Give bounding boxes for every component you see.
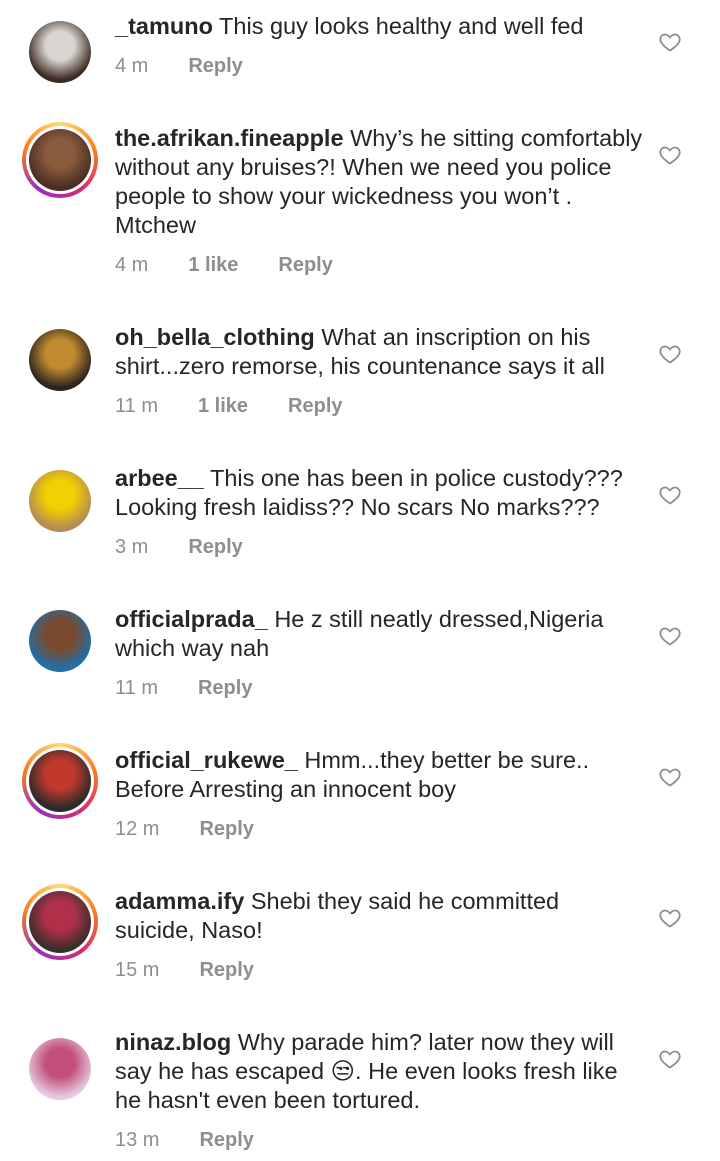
heart-outline-icon[interactable] xyxy=(658,906,684,932)
avatar xyxy=(29,470,91,532)
comment-time: 11 m xyxy=(115,677,158,699)
reply-button[interactable]: Reply xyxy=(188,536,242,559)
comment-username[interactable]: officialprada_ xyxy=(115,606,268,632)
avatar xyxy=(29,750,91,812)
comment-time: 3 m xyxy=(115,536,149,558)
comment-meta: 3 m Reply xyxy=(115,536,283,559)
comment-username[interactable]: ninaz.blog xyxy=(115,1029,231,1055)
comment-avatar[interactable] xyxy=(22,322,98,398)
comment-username[interactable]: adamma.ify xyxy=(115,888,244,914)
comment-body: adamma.ify Shebi they said he committed … xyxy=(115,887,645,945)
comment-meta: 4 m 1 like Reply xyxy=(115,254,373,277)
comment-username[interactable]: _tamuno xyxy=(115,13,213,39)
comment-time: 13 m xyxy=(115,1129,160,1151)
comment-likes[interactable]: 1 like xyxy=(198,395,248,418)
comment-username[interactable]: arbee__ xyxy=(115,465,204,491)
comment-time: 12 m xyxy=(115,818,160,840)
avatar xyxy=(29,1038,91,1100)
comment-username[interactable]: official_rukewe_ xyxy=(115,747,298,773)
reply-button[interactable]: Reply xyxy=(199,959,253,982)
reply-button[interactable]: Reply xyxy=(199,818,253,841)
comment-avatar[interactable] xyxy=(22,14,98,90)
comment-body: oh_bella_clothing What an inscription on… xyxy=(115,323,645,381)
comment-time: 11 m xyxy=(115,395,158,417)
comment-body: _tamuno This guy looks healthy and well … xyxy=(115,12,645,41)
heart-outline-icon[interactable] xyxy=(658,624,684,650)
comment-body: official_rukewe_ Hmm...they better be su… xyxy=(115,746,645,804)
heart-outline-icon[interactable] xyxy=(658,342,684,368)
comment-time: 4 m xyxy=(115,254,149,276)
comment-avatar[interactable] xyxy=(22,1031,98,1107)
avatar xyxy=(29,329,91,391)
heart-outline-icon[interactable] xyxy=(658,1047,684,1073)
comment-text: This guy looks healthy and well fed xyxy=(219,13,584,39)
comment-body: ninaz.blog Why parade him? later now the… xyxy=(115,1028,645,1115)
comment-username[interactable]: oh_bella_clothing xyxy=(115,324,315,350)
comment-meta: 11 m 1 like Reply xyxy=(115,395,383,418)
comment-username[interactable]: the.afrikan.fineapple xyxy=(115,125,344,151)
comment-meta: 15 m Reply xyxy=(115,959,294,982)
comment-body: the.afrikan.fineapple Why’s he sitting c… xyxy=(115,124,645,240)
heart-outline-icon[interactable] xyxy=(658,30,684,56)
heart-outline-icon[interactable] xyxy=(658,483,684,509)
comments-list: _tamuno This guy looks healthy and well … xyxy=(0,0,720,1161)
reply-button[interactable]: Reply xyxy=(199,1129,253,1152)
heart-outline-icon[interactable] xyxy=(658,143,684,169)
comment-avatar[interactable] xyxy=(22,743,98,819)
heart-outline-icon[interactable] xyxy=(658,765,684,791)
comment-avatar[interactable] xyxy=(22,463,98,539)
comment-meta: 12 m Reply xyxy=(115,818,294,841)
avatar xyxy=(29,129,91,191)
reply-button[interactable]: Reply xyxy=(288,395,342,418)
comment-avatar[interactable] xyxy=(22,603,98,679)
comment-time: 4 m xyxy=(115,55,149,77)
avatar xyxy=(29,610,91,672)
comment-likes[interactable]: 1 like xyxy=(188,254,238,277)
comment-avatar[interactable] xyxy=(22,884,98,960)
avatar xyxy=(29,891,91,953)
comment-meta: 4 m Reply xyxy=(115,55,283,78)
reply-button[interactable]: Reply xyxy=(278,254,332,277)
reply-button[interactable]: Reply xyxy=(198,677,252,700)
avatar xyxy=(29,21,91,83)
comment-meta: 11 m Reply xyxy=(115,677,292,700)
comment-avatar[interactable] xyxy=(22,122,98,198)
comment-body: officialprada_ He z still neatly dressed… xyxy=(115,605,645,663)
comment-body: arbee__ This one has been in police cust… xyxy=(115,464,645,522)
comment-meta: 13 m Reply xyxy=(115,1129,294,1152)
reply-button[interactable]: Reply xyxy=(188,55,242,78)
comment-time: 15 m xyxy=(115,959,160,981)
